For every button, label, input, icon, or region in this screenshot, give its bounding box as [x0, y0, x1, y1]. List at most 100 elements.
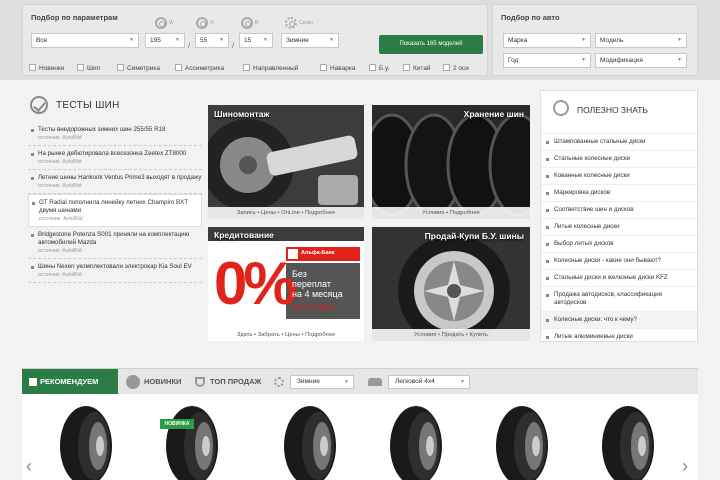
checkbox-box	[369, 64, 376, 71]
useful-item[interactable]: Кованные колесные диски	[541, 167, 697, 184]
useful-item[interactable]: Выбор литых дисков	[541, 235, 697, 252]
useful-item[interactable]: Маркировка дисков	[541, 184, 697, 201]
checkbox-studded[interactable]: Шип	[77, 64, 100, 74]
news-item[interactable]: Тесты внедорожных зимних шин 255/55 R18 и…	[28, 122, 202, 146]
checkbox-asymmetric[interactable]: Ассиметрика	[175, 64, 224, 74]
checkbox-retread[interactable]: Наварка	[320, 64, 356, 74]
news-title[interactable]: Шины Nexen укомплектовали электрокар Kia…	[38, 263, 202, 271]
checkbox-used[interactable]: Б.у.	[369, 64, 389, 74]
product-tire-4	[390, 406, 442, 480]
car-icon	[368, 378, 382, 386]
zero-percent-graphic: 0%	[214, 250, 297, 317]
useful-item-label: Стальные диски и железные диски KFZ	[554, 274, 668, 281]
lightbulb-icon	[553, 100, 569, 116]
tab-season-select[interactable]: Зимние ▼	[290, 375, 354, 389]
useful-item-label: Продажа автодисков, классификация автоди…	[554, 291, 662, 306]
tire-radius-icon	[241, 17, 253, 29]
products-carousel: ‹ ›	[22, 394, 698, 480]
checkbox-two-axles[interactable]: 2 оси	[443, 64, 469, 74]
car-model-select[interactable]: Модель ▼	[595, 33, 687, 48]
car-brand-select[interactable]: Марка ▼	[503, 33, 591, 48]
useful-item[interactable]: Стальные колесные диски	[541, 150, 697, 167]
tile-used-tires[interactable]: Продай-Купи Б.У. шины Условия • Продать …	[372, 227, 530, 341]
news-title[interactable]: На рынке дебютировала всесезонка Zeetex …	[38, 150, 202, 158]
offer-line: переплат	[292, 279, 331, 289]
useful-item[interactable]: Соответствие шин и дисков	[541, 201, 697, 218]
checkbox-symmetric[interactable]: Симетрика	[117, 64, 160, 74]
tab-new[interactable]: НОВИНКИ	[144, 369, 181, 395]
bullet-icon	[31, 129, 34, 132]
tile-footer[interactable]: Здать • Забрать • Цены • Подробнее	[208, 329, 364, 341]
useful-item[interactable]: Стальные диски и железные диски KFZ	[541, 269, 697, 286]
chevron-down-icon: ▼	[581, 57, 586, 63]
news-item-hovered[interactable]: GT Radial пополнила линейку летних Champ…	[28, 194, 202, 227]
news-title[interactable]: Bridgestone Potenza S001 приняли на комп…	[38, 231, 202, 247]
news-source: источник: AutoBild	[38, 159, 82, 165]
show-models-button[interactable]: Показать 165 моделей	[379, 35, 483, 54]
checkbox-box	[29, 64, 36, 71]
bullet-icon	[546, 141, 549, 144]
season-select[interactable]: Зимние ▼	[281, 33, 339, 48]
news-title[interactable]: GT Radial пополнила линейку летних Champ…	[39, 199, 201, 215]
checkbox-directional[interactable]: Направленный	[243, 64, 298, 74]
news-item[interactable]: Bridgestone Potenza S001 приняли на комп…	[28, 227, 202, 259]
news-item[interactable]: Шины Nexen укомплектовали электрокар Kia…	[28, 259, 202, 283]
useful-item-label: Литые колесные диски	[554, 223, 620, 230]
tile-footer[interactable]: Условия • Продать • Купить	[372, 329, 530, 341]
tab-vehicle-value: Легковой 4х4	[395, 378, 435, 385]
tile-title: Кредитование	[214, 230, 274, 240]
useful-item[interactable]: Штампованные стальные диски	[541, 133, 697, 150]
news-item[interactable]: На рынке дебютировала всесезонка Zeetex …	[28, 146, 202, 170]
tile-footer[interactable]: Условия • Подробнее	[372, 207, 530, 219]
checkbox-new[interactable]: Новинки	[29, 64, 64, 74]
brand-select[interactable]: Все ▼	[31, 33, 139, 48]
profile-select[interactable]: 55 ▼	[195, 33, 229, 48]
chevron-down-icon: ▼	[263, 37, 268, 43]
auto-filter-title: Подбор по авто	[501, 13, 560, 22]
tests-title: ТЕСТЫ ШИН	[56, 100, 120, 111]
useful-panel: ПОЛЕЗНО ЗНАТЬ Штампованные стальные диск…	[540, 90, 698, 342]
useful-item-label: Колесные диски: что к чему?	[554, 316, 637, 323]
useful-item[interactable]: Колесные диски - какие они бывают?	[541, 252, 697, 269]
product-tires-row	[60, 406, 654, 480]
product-tabbar: РЕКОМЕНДУЕМ НОВИНКИ ТОП ПРОДАЖ Зимние ▼ Л…	[22, 368, 698, 395]
tab-vehicle-select[interactable]: Легковой 4х4 ▼	[388, 375, 470, 389]
chevron-down-icon: ▼	[175, 37, 180, 43]
checkbox-box	[243, 64, 250, 71]
news-item[interactable]: Летние шины Hankook Ventus Prime3 выходя…	[28, 170, 202, 194]
useful-item-label: Выбор литых дисков	[554, 240, 614, 247]
car-modification-select[interactable]: Модификация ▼	[595, 53, 687, 68]
useful-item[interactable]: Литые колесные диски	[541, 218, 697, 235]
tile-title: Шиномонтаж	[214, 109, 270, 119]
chevron-down-icon: ▼	[581, 37, 586, 43]
useful-item[interactable]: Продажа автодисков, классификация автоди…	[541, 286, 697, 311]
useful-item-hovered[interactable]: Колесные диски: что к чему?	[541, 311, 697, 328]
car-year-select[interactable]: Год ▼	[503, 53, 591, 68]
tile-footer[interactable]: Запись • Цены • OnLine • Подробнее	[208, 207, 364, 219]
tab-recommended[interactable]: РЕКОМЕНДУЕМ	[22, 369, 118, 395]
news-title[interactable]: Летние шины Hankook Ventus Prime3 выходя…	[38, 174, 202, 182]
chevron-down-icon: ▼	[677, 57, 682, 63]
width-select[interactable]: 195 ▼	[145, 33, 185, 48]
bullet-icon	[546, 158, 549, 161]
checkbox-label: Китай	[413, 65, 431, 72]
checkbox-china[interactable]: Китай	[403, 64, 431, 74]
radius-select[interactable]: 15 ▼	[239, 33, 273, 48]
checkbox-label: Наварка	[330, 65, 356, 72]
credit-offer: Без переплат на 4 месяца	[292, 269, 343, 299]
tests-header: ТЕСТЫ ШИН	[30, 95, 200, 119]
news-source: источник: AutoBild	[38, 135, 82, 141]
checkbox-box	[77, 64, 84, 71]
news-title[interactable]: Тесты внедорожных зимних шин 255/55 R18	[38, 126, 202, 134]
tile-credit[interactable]: Кредитование 0% Альфа-Банк Без переплат …	[208, 227, 364, 341]
tab-top-sales[interactable]: ТОП ПРОДАЖ	[210, 369, 261, 395]
bullet-icon	[31, 177, 34, 180]
car-model-value: Модель	[600, 37, 624, 44]
tire-storage-image	[372, 105, 530, 219]
bullet-icon	[546, 243, 549, 246]
useful-item[interactable]: Литые алюминиевые диски	[541, 328, 697, 345]
chevron-down-icon: ▼	[329, 37, 334, 43]
tab-season-value: Зимние	[297, 378, 320, 385]
tile-tire-service[interactable]: Шиномонтаж Запись • Цены • OnLine • Подр…	[208, 105, 364, 219]
tile-tire-storage[interactable]: Хранение шин Условия • Подробнее	[372, 105, 530, 219]
